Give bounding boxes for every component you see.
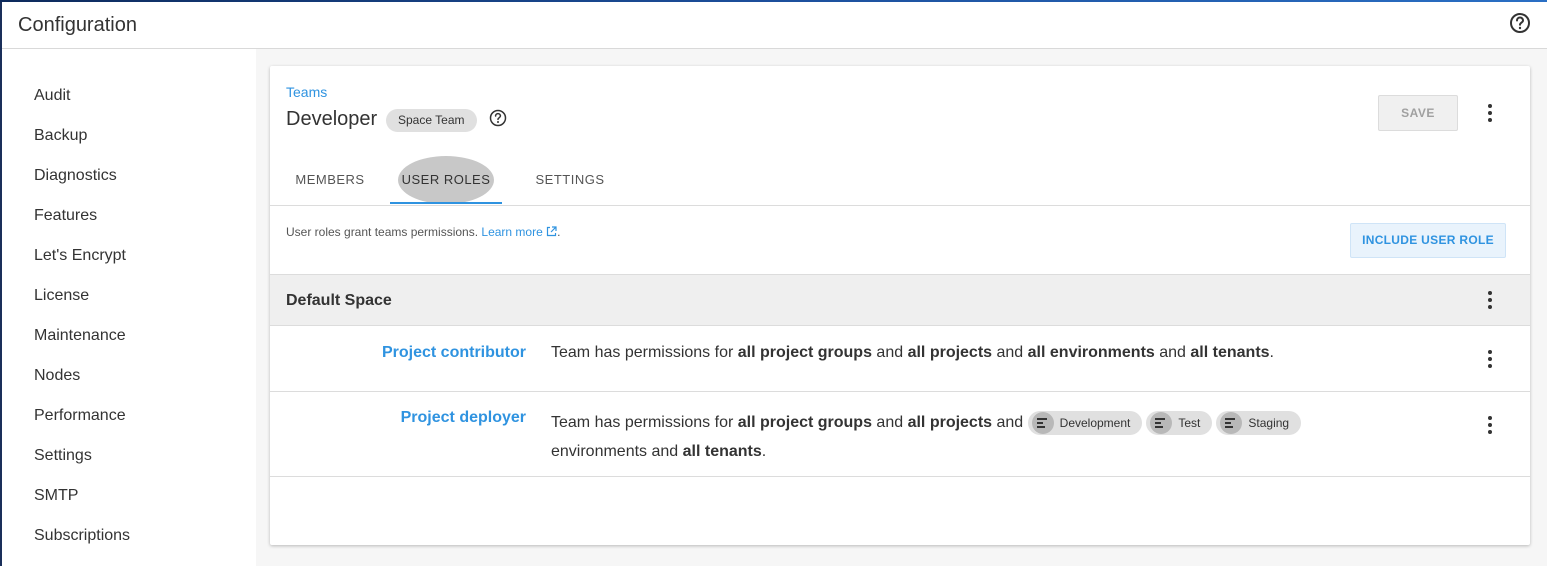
- user-roles-intro: User roles grant teams permissions. Lear…: [286, 225, 560, 240]
- space-team-badge: Space Team: [386, 109, 477, 132]
- desc-text: .: [1269, 344, 1274, 361]
- sidebar-item-audit[interactable]: Audit: [34, 87, 70, 105]
- breadcrumb-teams[interactable]: Teams: [286, 84, 327, 100]
- tab-user-roles[interactable]: USER ROLES: [390, 156, 502, 206]
- space-group-header: Default Space: [270, 274, 1530, 326]
- help-icon[interactable]: [1509, 12, 1531, 34]
- environment-chip: Development: [1027, 410, 1143, 435]
- desc-text: environments and: [551, 443, 683, 460]
- desc-bold: all project groups: [737, 414, 872, 431]
- role-menu-kebab-icon[interactable]: [1480, 414, 1500, 436]
- intro-text: User roles grant teams permissions.: [286, 225, 482, 239]
- desc-text: and: [1154, 344, 1191, 361]
- space-group-title: Default Space: [286, 292, 392, 309]
- tab-user-roles-label: USER ROLES: [401, 172, 491, 187]
- sidebar-item-smtp[interactable]: SMTP: [34, 487, 78, 505]
- sidebar-item-subscriptions[interactable]: Subscriptions: [34, 527, 130, 545]
- environment-name: Test: [1178, 415, 1201, 430]
- role-name-link[interactable]: Project contributor: [382, 344, 526, 362]
- desc-bold: all environments: [1027, 344, 1155, 361]
- sidebar-item-nodes[interactable]: Nodes: [34, 367, 80, 385]
- team-name: Developer: [286, 108, 378, 130]
- desc-line-2: environments and all tenants.: [551, 437, 1305, 466]
- environment-name: Staging: [1248, 415, 1290, 430]
- sidebar-item-features[interactable]: Features: [34, 207, 97, 225]
- environment-icon: [1220, 411, 1243, 434]
- tab-members[interactable]: MEMBERS: [286, 162, 374, 206]
- external-link-icon: [546, 226, 557, 240]
- desc-text: Team has permissions for: [551, 414, 738, 431]
- desc-bold: all project groups: [737, 344, 872, 361]
- sidebar-item-performance[interactable]: Performance: [34, 407, 126, 425]
- intro-suffix: .: [557, 225, 561, 239]
- desc-text: .: [761, 443, 767, 460]
- sidebar-item-license[interactable]: License: [34, 287, 89, 305]
- sidebar-item-lets-encrypt[interactable]: Let's Encrypt: [34, 247, 126, 265]
- team-card: Teams Developer Space Team SAVE MEMBERS …: [270, 66, 1530, 545]
- tab-settings[interactable]: SETTINGS: [526, 162, 614, 206]
- desc-bold: all projects: [907, 414, 993, 431]
- learn-more-link[interactable]: Learn more: [481, 225, 557, 239]
- team-menu-kebab-icon[interactable]: [1480, 102, 1500, 124]
- sidebar-item-backup[interactable]: Backup: [34, 127, 87, 145]
- desc-text: and: [992, 414, 1028, 431]
- desc-bold: all tenants: [682, 443, 762, 460]
- desc-text: and: [992, 344, 1028, 361]
- config-sidebar: Audit Backup Diagnostics Features Let's …: [2, 49, 256, 566]
- save-button[interactable]: SAVE: [1378, 95, 1458, 131]
- desc-bold: all tenants: [1190, 344, 1270, 361]
- space-menu-kebab-icon[interactable]: [1480, 289, 1500, 311]
- desc-line-1: Team has permissions for all project gro…: [551, 408, 1305, 437]
- sidebar-item-diagnostics[interactable]: Diagnostics: [34, 167, 117, 185]
- role-name-link[interactable]: Project deployer: [401, 409, 526, 427]
- learn-more-label: Learn more: [481, 225, 543, 239]
- page-title: Configuration: [18, 14, 137, 36]
- role-description: Team has permissions for all project gro…: [551, 344, 1274, 362]
- role-menu-kebab-icon[interactable]: [1480, 348, 1500, 370]
- sidebar-item-settings[interactable]: Settings: [34, 447, 92, 465]
- team-tabs: MEMBERS USER ROLES SETTINGS: [270, 156, 1530, 206]
- role-description: Team has permissions for all project gro…: [551, 408, 1305, 466]
- sidebar-item-maintenance[interactable]: Maintenance: [34, 327, 126, 345]
- environment-icon: [1150, 411, 1173, 434]
- environment-chip: Test: [1146, 410, 1213, 435]
- table-row: Project deployer Team has permissions fo…: [270, 392, 1530, 477]
- team-help-icon[interactable]: [489, 109, 507, 127]
- environment-name: Development: [1059, 415, 1131, 430]
- tab-active-indicator: [390, 202, 502, 204]
- environment-icon: [1031, 411, 1054, 434]
- page-header: Configuration: [2, 2, 1547, 49]
- environment-chip: Staging: [1216, 410, 1302, 435]
- include-user-role-button[interactable]: INCLUDE USER ROLE: [1350, 223, 1506, 258]
- desc-bold: all projects: [907, 344, 993, 361]
- desc-text: Team has permissions for: [551, 344, 738, 361]
- desc-text: and: [871, 414, 908, 431]
- table-row: Project contributor Team has permissions…: [270, 326, 1530, 392]
- desc-text: and: [871, 344, 908, 361]
